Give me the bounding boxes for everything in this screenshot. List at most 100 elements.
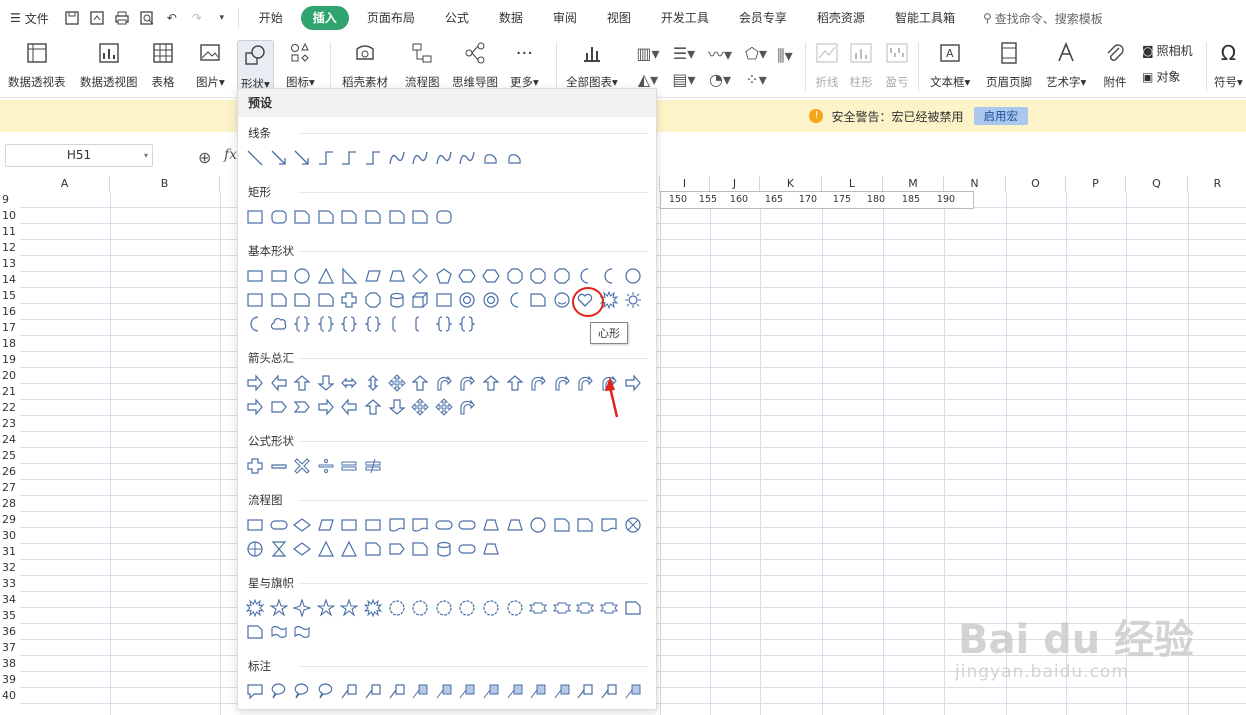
table-cell[interactable]: 165 xyxy=(759,192,789,207)
tab-home[interactable]: 开始 xyxy=(247,6,295,30)
textbox-button[interactable]: A 文本框▾ xyxy=(930,40,970,90)
hexa-shape-icon[interactable] xyxy=(458,267,478,287)
rarrow-shape-icon[interactable] xyxy=(246,398,266,418)
export-pdf-icon[interactable] xyxy=(88,9,106,27)
line-shape-icon[interactable] xyxy=(246,149,266,169)
seal-shape-icon[interactable] xyxy=(506,599,526,619)
callround-shape-icon[interactable] xyxy=(270,682,290,702)
row-header[interactable]: 37 xyxy=(0,640,20,656)
wave-shape-icon[interactable] xyxy=(270,623,290,643)
para-shape-icon[interactable] xyxy=(364,267,384,287)
quad-shape-icon[interactable] xyxy=(435,398,455,418)
column-header[interactable]: K xyxy=(760,176,822,192)
undo-icon[interactable]: ↶ xyxy=(163,9,181,27)
chevron-shape-icon[interactable] xyxy=(293,398,313,418)
callbar-shape-icon[interactable] xyxy=(624,682,644,702)
pie-chart-icon[interactable]: ◔▾ xyxy=(702,66,738,92)
tab-formulas[interactable]: 公式 xyxy=(433,6,481,30)
arrowline-shape-icon[interactable] xyxy=(293,149,313,169)
seal-shape-icon[interactable] xyxy=(435,599,455,619)
row-header[interactable]: 25 xyxy=(0,448,20,464)
pivot-table-button[interactable]: 数据透视表 xyxy=(8,40,66,90)
print-preview-icon[interactable] xyxy=(138,9,156,27)
tab-view[interactable]: 视图 xyxy=(595,6,643,30)
row-header[interactable]: 10 xyxy=(0,208,20,224)
row-header[interactable]: 23 xyxy=(0,416,20,432)
terminator-shape-icon[interactable] xyxy=(269,516,290,536)
seal-shape-icon[interactable] xyxy=(388,599,408,619)
brace-shape-icon[interactable] xyxy=(388,315,408,335)
icon-button[interactable]: 图标▾ xyxy=(286,40,315,90)
bar-chart-icon[interactable]: ☰▾ xyxy=(666,40,702,66)
shape-button[interactable]: 形状▾ xyxy=(237,40,274,94)
sparkline-winloss-button[interactable]: 盈亏 xyxy=(884,40,910,90)
row-header[interactable]: 33 xyxy=(0,576,20,592)
row-header[interactable]: 24 xyxy=(0,432,20,448)
row-header[interactable]: 36 xyxy=(0,624,20,640)
burst-shape-icon[interactable] xyxy=(246,599,266,619)
enable-macro-button[interactable]: 启用宏 xyxy=(973,107,1028,125)
hourglass-shape-icon[interactable] xyxy=(270,540,290,560)
minus-shape-icon[interactable] xyxy=(270,457,290,477)
callline-shape-icon[interactable] xyxy=(576,682,596,702)
terminator-shape-icon[interactable] xyxy=(458,540,478,560)
darrow-shape-icon[interactable] xyxy=(387,398,408,418)
uarrow-shape-icon[interactable] xyxy=(411,374,431,394)
rrect-shape-icon[interactable] xyxy=(270,208,290,228)
row-header[interactable]: 30 xyxy=(0,528,20,544)
table-cell[interactable]: 185 xyxy=(896,192,926,207)
octa-shape-icon[interactable] xyxy=(553,267,573,287)
row-header[interactable]: 38 xyxy=(0,656,20,672)
customize-dropdown-icon[interactable]: ▾ xyxy=(213,9,231,27)
row-header[interactable]: 34 xyxy=(0,592,20,608)
rect-shape-icon[interactable] xyxy=(246,208,266,228)
tab-page-layout[interactable]: 页面布局 xyxy=(355,6,427,30)
tab-insert[interactable]: 插入 xyxy=(300,6,349,30)
freeform-shape-icon[interactable] xyxy=(482,149,502,169)
callround-shape-icon[interactable] xyxy=(293,682,313,702)
cloud-shape-icon[interactable] xyxy=(270,315,290,335)
star4-shape-icon[interactable] xyxy=(293,599,313,619)
hexa-shape-icon[interactable] xyxy=(482,267,502,287)
table-cell[interactable]: 170 xyxy=(793,192,823,207)
snip-shape-icon[interactable] xyxy=(624,599,644,619)
uarrow-shape-icon[interactable] xyxy=(293,374,313,394)
tab-docer[interactable]: 稻壳资源 xyxy=(805,6,877,30)
snip-shape-icon[interactable] xyxy=(340,208,360,228)
decision-shape-icon[interactable] xyxy=(293,516,313,536)
curve-shape-icon[interactable] xyxy=(411,149,431,169)
trap-shape-icon[interactable] xyxy=(506,516,526,536)
row-header[interactable]: 22 xyxy=(0,400,20,416)
file-menu[interactable]: ☰ 文件 xyxy=(10,10,49,27)
curvarrow-shape-icon[interactable] xyxy=(435,374,455,394)
row-header[interactable]: 14 xyxy=(0,272,20,288)
picture-button[interactable]: 图片▾ xyxy=(196,40,225,90)
row-header[interactable]: 12 xyxy=(0,240,20,256)
udarrow-shape-icon[interactable] xyxy=(364,374,384,394)
row-header[interactable]: 17 xyxy=(0,320,20,336)
row-header[interactable]: 26 xyxy=(0,464,20,480)
table-cell[interactable]: 150 xyxy=(663,192,693,207)
row-header[interactable]: 18 xyxy=(0,336,20,352)
header-footer-button[interactable]: 页眉页脚 xyxy=(986,40,1032,90)
docer-material-button[interactable]: 稻壳素材 xyxy=(342,40,388,90)
pentarrow-shape-icon[interactable] xyxy=(388,540,408,560)
noteq-shape-icon[interactable] xyxy=(364,457,384,477)
sparkline-line-button[interactable]: 折线 xyxy=(814,40,840,90)
callline-shape-icon[interactable] xyxy=(340,682,360,702)
row-header[interactable]: 27 xyxy=(0,480,20,496)
octa-shape-icon[interactable] xyxy=(506,267,526,287)
bracket-shape-icon[interactable] xyxy=(458,315,478,335)
save-icon[interactable] xyxy=(63,9,81,27)
more-button[interactable]: ··· 更多▾ xyxy=(510,40,539,90)
callbar-shape-icon[interactable] xyxy=(458,682,478,702)
octa-shape-icon[interactable] xyxy=(364,291,384,311)
snip-shape-icon[interactable] xyxy=(270,291,290,311)
circle-shape-icon[interactable] xyxy=(529,516,549,536)
brace-shape-icon[interactable] xyxy=(411,315,431,335)
column-chart-icon[interactable]: ▥▾ xyxy=(630,40,666,66)
snip-shape-icon[interactable] xyxy=(364,540,384,560)
mult-shape-icon[interactable] xyxy=(293,457,313,477)
uarrow-shape-icon[interactable] xyxy=(505,374,526,394)
plus-shape-icon[interactable] xyxy=(246,457,266,477)
